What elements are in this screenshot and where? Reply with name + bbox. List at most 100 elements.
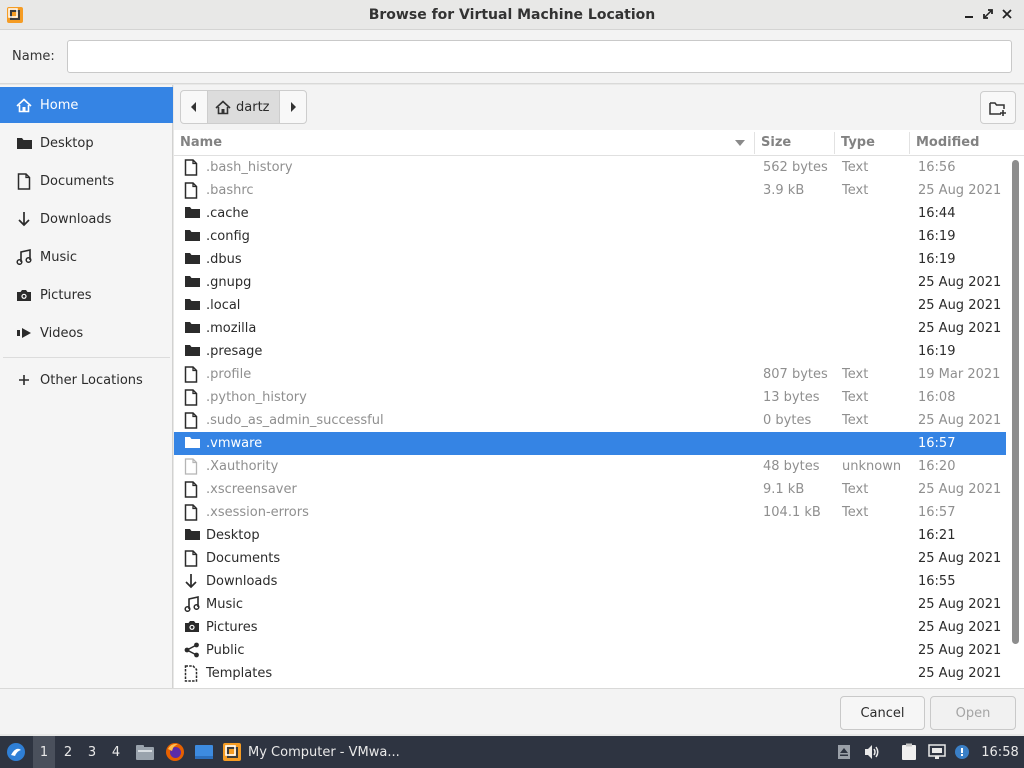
sidebar-item-desktop[interactable]: Desktop xyxy=(0,125,173,161)
file-row[interactable]: .gnupg 25 Aug 2021 xyxy=(174,271,1006,294)
places-sidebar: Home Desktop Documents Downloads Music Pictur… xyxy=(0,85,173,688)
firefox-launcher[interactable] xyxy=(163,736,187,768)
file-manager-launcher[interactable] xyxy=(134,736,156,768)
file-row[interactable]: .xscreensaver 9.1 kB Text 25 Aug 2021 xyxy=(174,478,1006,501)
sidebar-item-documents[interactable]: Documents xyxy=(0,163,173,199)
file-type: Text xyxy=(842,505,869,520)
file-row[interactable]: .cache 16:44 xyxy=(174,202,1006,225)
file-modified: 16:08 xyxy=(918,390,956,405)
file-row[interactable]: .config 16:19 xyxy=(174,225,1006,248)
cancel-button[interactable]: Cancel xyxy=(840,696,925,730)
clipboard-icon xyxy=(902,743,916,760)
file-row[interactable]: .Xauthority 48 bytes unknown 16:20 xyxy=(174,455,1006,478)
file-browser: dartz Name Size Type Modified .bash_hist… xyxy=(174,85,1024,688)
file-name: Public xyxy=(206,643,245,658)
firefox-icon xyxy=(166,743,184,761)
sidebar-item-other-locations[interactable]: Other Locations xyxy=(0,362,173,398)
workspace-4[interactable]: 4 xyxy=(105,736,127,768)
file-row[interactable]: .python_history 13 bytes Text 16:08 xyxy=(174,386,1006,409)
column-separator xyxy=(909,132,910,154)
file-modified: 16:55 xyxy=(918,574,956,589)
scrollbar[interactable] xyxy=(1008,156,1022,688)
file-row[interactable]: .vmware 16:57 xyxy=(174,432,1006,455)
file-type: Text xyxy=(842,367,869,382)
file-modified: 25 Aug 2021 xyxy=(918,551,1002,566)
file-list: .bash_history 562 bytes Text 16:56 .bashrc 3.… xyxy=(174,156,1006,688)
file-row[interactable]: .bash_history 562 bytes Text 16:56 xyxy=(174,156,1006,179)
file-size: 9.1 kB xyxy=(763,482,805,497)
column-separator xyxy=(754,132,755,154)
column-name[interactable]: Name xyxy=(180,135,222,150)
tray-update[interactable] xyxy=(952,736,972,768)
file-row[interactable]: .bashrc 3.9 kB Text 25 Aug 2021 xyxy=(174,179,1006,202)
sort-down-icon[interactable] xyxy=(734,139,746,147)
file-row[interactable]: Templates 25 Aug 2021 xyxy=(174,662,1006,685)
file-blank-icon xyxy=(184,458,200,475)
music-icon xyxy=(184,596,200,613)
file-row[interactable]: .dbus 16:19 xyxy=(174,248,1006,271)
file-row[interactable]: .profile 807 bytes Text 19 Mar 2021 xyxy=(174,363,1006,386)
file-row[interactable]: Public 25 Aug 2021 xyxy=(174,639,1006,662)
file-name: Downloads xyxy=(206,574,278,589)
workspace-2[interactable]: 2 xyxy=(57,736,79,768)
vmware-icon xyxy=(223,743,241,761)
file-row[interactable]: .local 25 Aug 2021 xyxy=(174,294,1006,317)
breadcrumb-home[interactable]: dartz xyxy=(207,91,281,123)
sidebar-item-downloads[interactable]: Downloads xyxy=(0,201,173,237)
folder-icon xyxy=(184,343,200,360)
scrollbar-thumb[interactable] xyxy=(1012,160,1019,644)
column-size[interactable]: Size xyxy=(761,135,791,150)
tray-network[interactable] xyxy=(926,736,948,768)
download-arrow-icon xyxy=(15,210,33,228)
minimize-button[interactable] xyxy=(960,6,978,24)
file-modified: 25 Aug 2021 xyxy=(918,183,1002,198)
update-notifier-icon xyxy=(955,745,969,759)
sidebar-item-label: Downloads xyxy=(40,211,112,227)
folder-icon xyxy=(15,134,33,152)
file-modified: 16:21 xyxy=(918,528,956,543)
file-row[interactable]: .xsession-errors 104.1 kB Text 16:57 xyxy=(174,501,1006,524)
close-button[interactable] xyxy=(998,6,1016,24)
open-button[interactable]: Open xyxy=(930,696,1016,730)
sidebar-item-home[interactable]: Home xyxy=(0,87,173,123)
path-forward-button[interactable] xyxy=(280,91,306,123)
file-row[interactable]: Desktop 16:21 xyxy=(174,524,1006,547)
file-row[interactable]: Documents 25 Aug 2021 xyxy=(174,547,1006,570)
tray-volume[interactable] xyxy=(862,736,882,768)
network-icon xyxy=(928,744,946,759)
plus-icon xyxy=(15,371,33,389)
sidebar-item-videos[interactable]: Videos xyxy=(0,315,173,351)
file-name: .python_history xyxy=(206,390,307,405)
file-icon xyxy=(184,182,200,199)
file-row[interactable]: .mozilla 25 Aug 2021 xyxy=(174,317,1006,340)
name-input[interactable] xyxy=(67,40,1012,73)
clock[interactable]: 16:58 xyxy=(978,736,1022,768)
file-modified: 16:19 xyxy=(918,252,956,267)
desktop-launcher[interactable] xyxy=(192,736,216,768)
path-back-button[interactable] xyxy=(181,91,207,123)
file-modified: 25 Aug 2021 xyxy=(918,413,1002,428)
sidebar-item-pictures[interactable]: Pictures xyxy=(0,277,173,313)
file-name: Documents xyxy=(206,551,281,566)
tray-keyboard[interactable] xyxy=(834,736,854,768)
start-menu-button[interactable] xyxy=(4,736,28,768)
chevron-right-icon xyxy=(291,102,297,112)
file-row[interactable]: Music 25 Aug 2021 xyxy=(174,593,1006,616)
new-folder-button[interactable] xyxy=(980,91,1016,124)
file-row[interactable]: .sudo_as_admin_successful 0 bytes Text 25 A… xyxy=(174,409,1006,432)
workspace-3[interactable]: 3 xyxy=(81,736,103,768)
workspace-1[interactable]: 1 xyxy=(33,736,55,768)
file-type: Text xyxy=(842,413,869,428)
tray-clipboard[interactable] xyxy=(898,736,920,768)
download-arrow-icon xyxy=(184,573,200,590)
maximize-button[interactable] xyxy=(979,6,997,24)
file-row[interactable]: .presage 16:19 xyxy=(174,340,1006,363)
file-modified: 25 Aug 2021 xyxy=(918,298,1002,313)
file-name: .sudo_as_admin_successful xyxy=(206,413,384,428)
sidebar-item-music[interactable]: Music xyxy=(0,239,173,275)
file-row[interactable]: Pictures 25 Aug 2021 xyxy=(174,616,1006,639)
column-type[interactable]: Type xyxy=(841,135,875,150)
column-modified[interactable]: Modified xyxy=(916,135,979,150)
taskbar-window-vmware[interactable]: My Computer - VMwa... xyxy=(222,736,418,768)
file-row[interactable]: Downloads 16:55 xyxy=(174,570,1006,593)
